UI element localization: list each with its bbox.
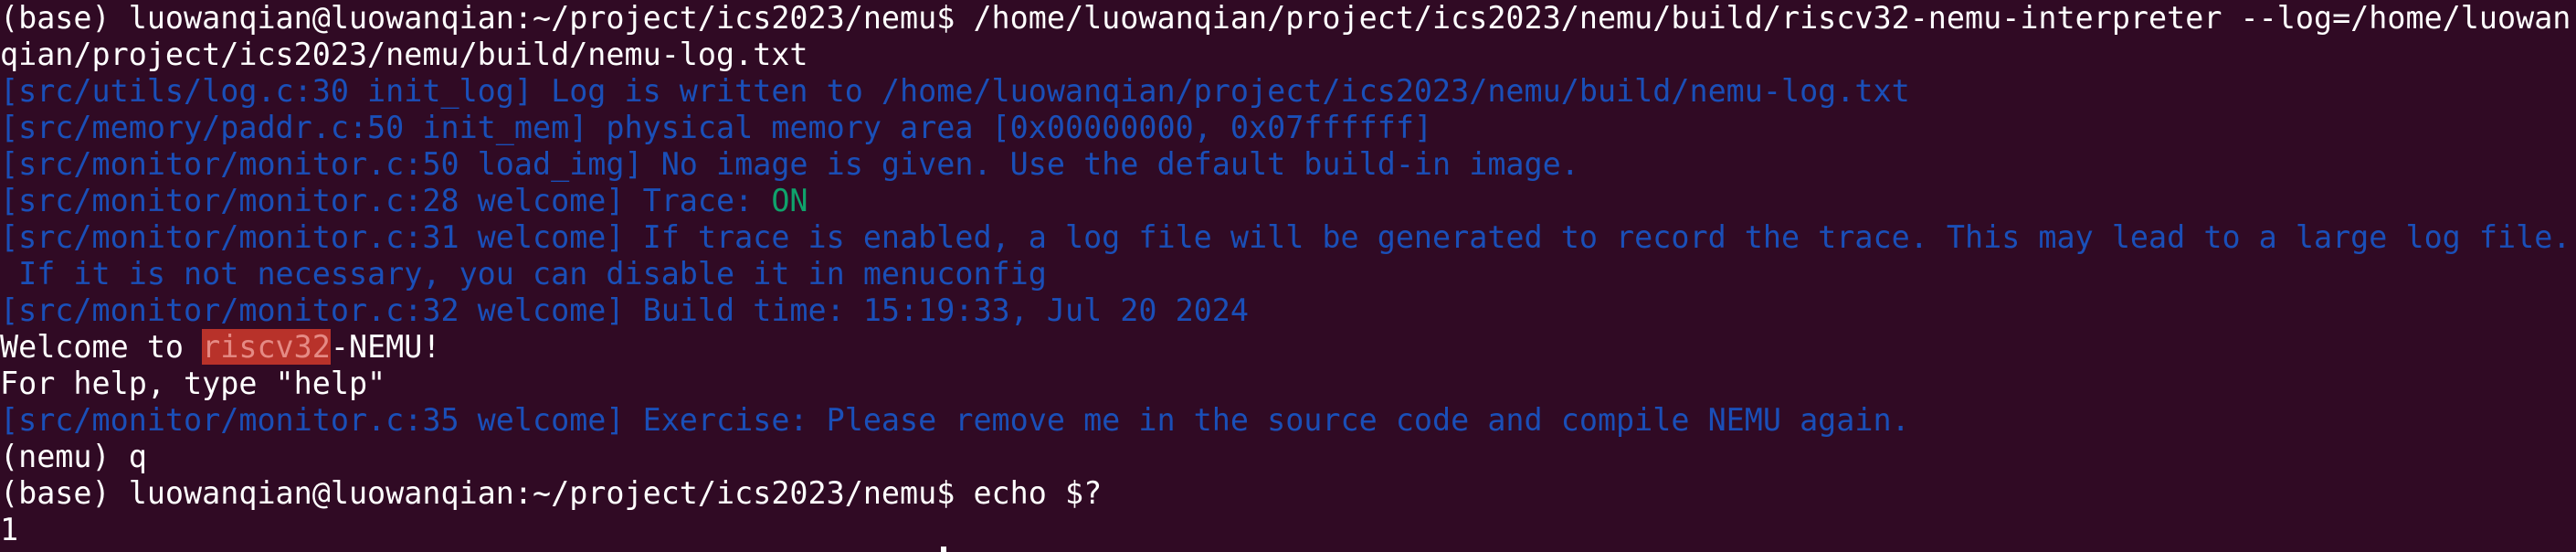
log-line-exercise: [src/monitor/monitor.c:35 welcome] Exerc… (0, 402, 1910, 438)
log-line-build-time: [src/monitor/monitor.c:32 welcome] Build… (0, 292, 1249, 328)
welcome-line: Welcome to riscv32-NEMU! (0, 329, 2576, 366)
command-line-echo: (base) luowanqian@luowanqian:~/project/i… (0, 475, 1103, 511)
log-line-load-img: [src/monitor/monitor.c:50 load_img] No i… (0, 146, 1579, 182)
welcome-prefix: Welcome to (0, 329, 203, 365)
log-line-init-log: [src/utils/log.c:30 init_log] Log is wri… (0, 73, 1910, 109)
terminal-cursor (941, 547, 946, 552)
log-line-init-mem: [src/memory/paddr.c:50 init_mem] physica… (0, 110, 1433, 145)
log-line-trace: [src/monitor/monitor.c:28 welcome] Trace… (0, 183, 2576, 219)
command-output-line: 1 (0, 512, 19, 547)
log-line-trace-warning-continued: If it is not necessary, you can disable … (0, 256, 1047, 292)
welcome-suffix: -NEMU! (330, 329, 441, 365)
isa-highlight: riscv32 (202, 329, 331, 365)
nemu-prompt-line: (nemu) q (0, 439, 147, 474)
log-line-trace-warning: [src/monitor/monitor.c:31 welcome] If tr… (0, 219, 2571, 255)
trace-status: ON (771, 183, 808, 218)
command-line-nemu-run: (base) luowanqian@luowanqian:~/project/i… (0, 0, 2571, 36)
trace-label: [src/monitor/monitor.c:28 welcome] Trace… (0, 183, 772, 218)
help-hint-line: For help, type "help" (0, 366, 386, 401)
command-line-nemu-run-continued: qian/project/ics2023/nemu/build/nemu-log… (0, 37, 808, 72)
terminal-window[interactable]: (base) luowanqian@luowanqian:~/project/i… (0, 0, 2576, 552)
